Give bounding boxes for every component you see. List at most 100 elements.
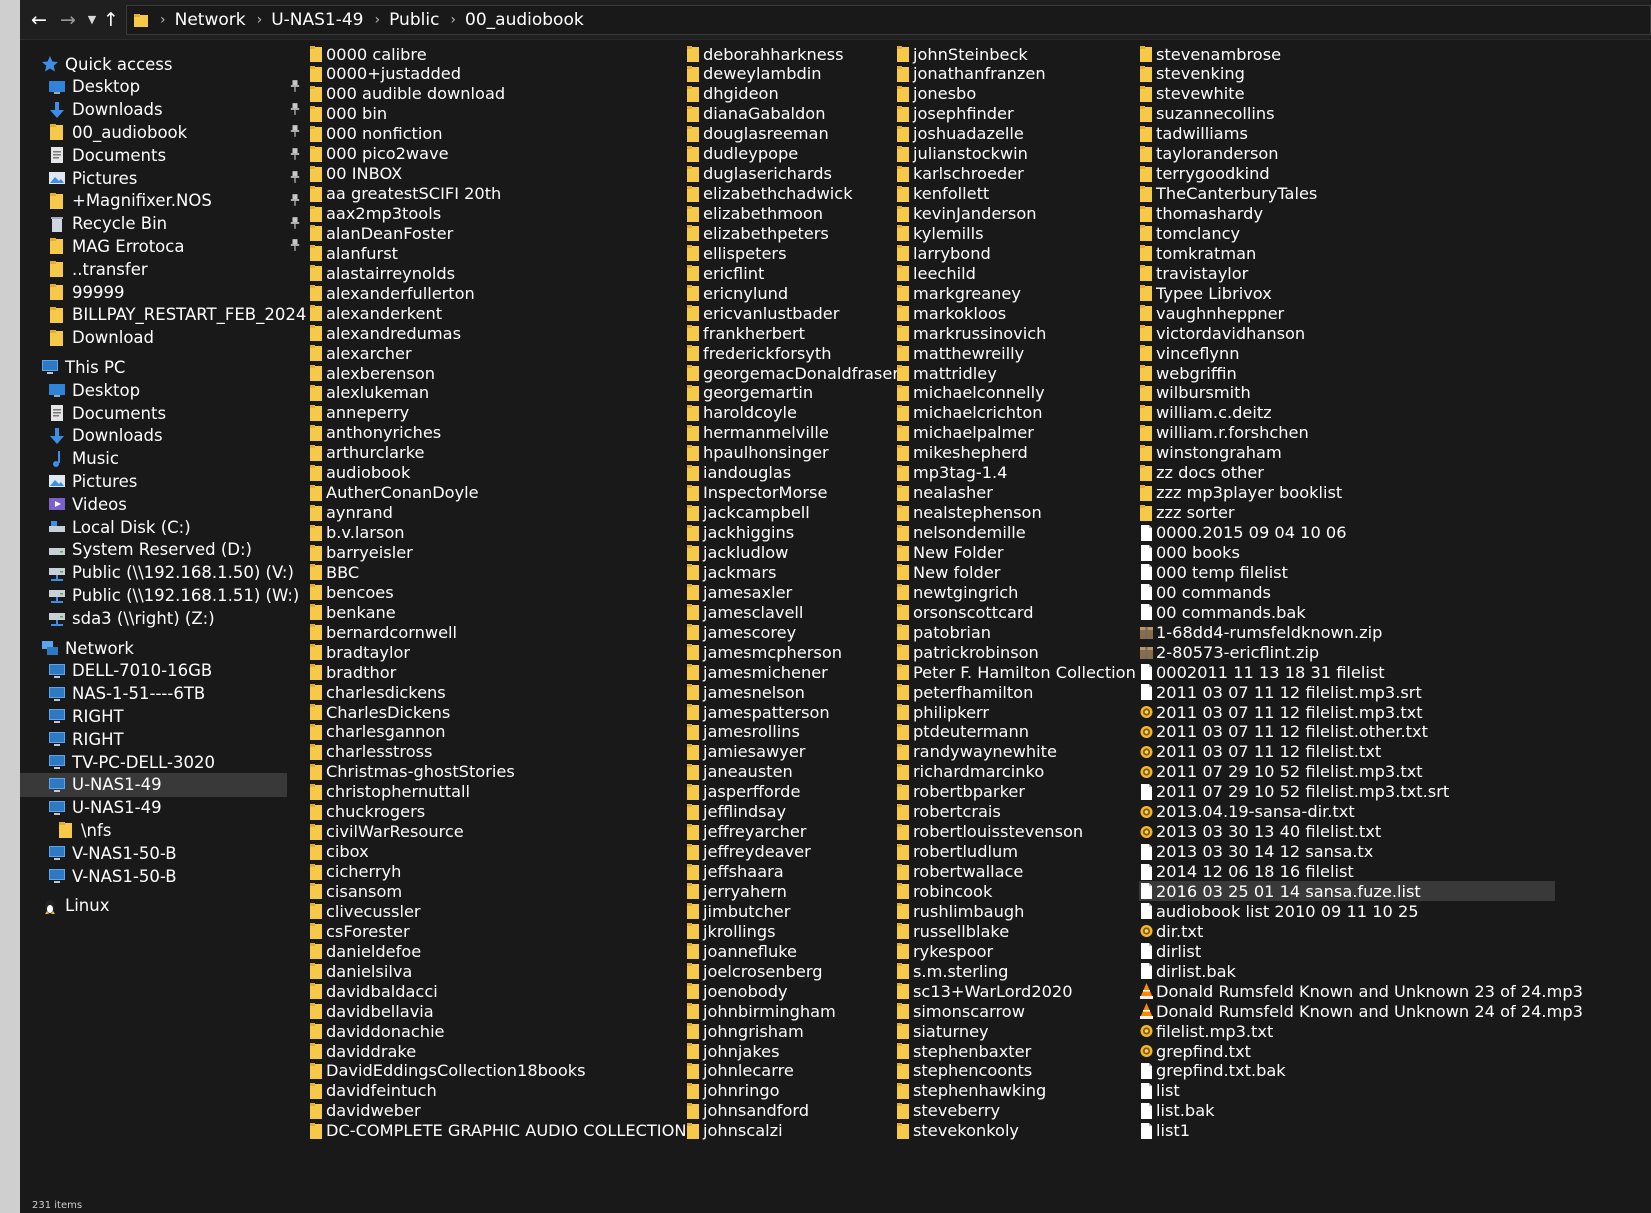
breadcrumb-item[interactable]: 00_audiobook bbox=[465, 10, 584, 30]
folder-item[interactable]: ericflint bbox=[686, 263, 894, 283]
folder-item[interactable]: 0000 calibre bbox=[309, 44, 684, 64]
folder-item[interactable]: tadwilliams bbox=[1139, 124, 1555, 144]
folder-item[interactable]: georgemacDonaldfraser bbox=[686, 363, 899, 383]
folder-item[interactable]: elizabethchadwick bbox=[686, 184, 894, 204]
folder-item[interactable]: johnsandford bbox=[686, 1101, 894, 1121]
file-item[interactable]: dirlist bbox=[1139, 941, 1555, 961]
folder-item[interactable]: mp3tag-1.4 bbox=[896, 463, 1134, 483]
folder-item[interactable]: tomkratman bbox=[1139, 243, 1555, 263]
folder-item[interactable]: michaelconnelly bbox=[896, 383, 1134, 403]
folder-item[interactable]: robertwallace bbox=[896, 862, 1134, 882]
folder-item[interactable]: s.m.sterling bbox=[896, 961, 1134, 981]
folder-item[interactable]: jackmars bbox=[686, 562, 894, 582]
folder-item[interactable]: deweylambdin bbox=[686, 64, 894, 84]
folder-item[interactable]: alexberenson bbox=[309, 363, 684, 383]
folder-item[interactable]: Peter F. Hamilton Collection bbox=[896, 662, 1136, 682]
file-item[interactable]: dir.txt bbox=[1139, 921, 1555, 941]
folder-item[interactable]: alanfurst bbox=[309, 243, 684, 263]
folder-item[interactable]: winstongraham bbox=[1139, 443, 1555, 463]
file-item[interactable]: dirlist.bak bbox=[1139, 961, 1555, 981]
folder-item[interactable]: aa greatestSCIFI 20th bbox=[309, 184, 684, 204]
sidebar-item[interactable]: Download bbox=[20, 326, 287, 350]
folder-item[interactable]: vinceflynn bbox=[1139, 343, 1555, 363]
folder-item[interactable]: markgreaney bbox=[896, 283, 1134, 303]
folder-item[interactable]: markokloos bbox=[896, 303, 1134, 323]
folder-item[interactable]: jerryahern bbox=[686, 881, 894, 901]
folder-item[interactable]: philipkerr bbox=[896, 702, 1134, 722]
folder-item[interactable]: robertludlum bbox=[896, 842, 1134, 862]
folder-item[interactable]: bradthor bbox=[309, 662, 684, 682]
folder-item[interactable]: sc13+WarLord2020 bbox=[896, 981, 1134, 1001]
file-item[interactable]: 2016 03 25 01 14 sansa.fuze.list bbox=[1139, 881, 1555, 902]
file-item[interactable]: 2011 03 07 11 12 filelist.mp3.txt bbox=[1139, 702, 1555, 722]
folder-item[interactable]: steveberry bbox=[896, 1101, 1134, 1121]
folder-item[interactable]: patrickrobinson bbox=[896, 642, 1134, 662]
folder-item[interactable]: nealstephenson bbox=[896, 503, 1134, 523]
folder-item[interactable]: danielsilva bbox=[309, 961, 684, 981]
folder-item[interactable]: julianstockwin bbox=[896, 144, 1134, 164]
folder-item[interactable]: newtgingrich bbox=[896, 582, 1134, 602]
folder-item[interactable]: 000 bin bbox=[309, 104, 684, 124]
folder-item[interactable]: michaelcrichton bbox=[896, 403, 1134, 423]
folder-item[interactable]: davidfeintuch bbox=[309, 1081, 684, 1101]
folder-item[interactable]: cicherryh bbox=[309, 862, 684, 882]
file-item[interactable]: 00 commands.bak bbox=[1139, 602, 1555, 622]
sidebar-item[interactable]: U-NAS1-49 bbox=[20, 772, 287, 797]
sidebar-item[interactable]: +Magnifixer.NOS bbox=[20, 189, 300, 213]
folder-item[interactable]: terrygoodkind bbox=[1139, 164, 1555, 184]
folder-item[interactable]: jamesmcpherson bbox=[686, 642, 894, 662]
folder-item[interactable]: jonesbo bbox=[896, 84, 1134, 104]
file-item[interactable]: list.bak bbox=[1139, 1101, 1555, 1121]
folder-item[interactable]: DC-COMPLETE GRAPHIC AUDIO COLLECTION bbox=[309, 1121, 686, 1141]
folder-item[interactable]: daviddonachie bbox=[309, 1021, 684, 1041]
sidebar-item[interactable]: NAS-1-51----6TB bbox=[20, 682, 287, 706]
folder-item[interactable]: dudleypope bbox=[686, 144, 894, 164]
folder-item[interactable]: georgemartin bbox=[686, 383, 894, 403]
folder-item[interactable]: larrybond bbox=[896, 243, 1134, 263]
folder-item[interactable]: joshuadazelle bbox=[896, 124, 1134, 144]
file-item[interactable]: 1-68dd4-rumsfeldknown.zip bbox=[1139, 622, 1555, 642]
folder-item[interactable]: wilbursmith bbox=[1139, 383, 1555, 403]
folder-item[interactable]: jamesaxler bbox=[686, 582, 894, 602]
sidebar-item[interactable]: 99999 bbox=[20, 280, 287, 304]
sidebar-item[interactable]: RIGHT bbox=[20, 727, 287, 751]
folder-item[interactable]: frederickforsyth bbox=[686, 343, 894, 363]
folder-item[interactable]: b.v.larson bbox=[309, 523, 684, 543]
folder-item[interactable]: markrussinovich bbox=[896, 323, 1134, 343]
folder-item[interactable]: alastairreynolds bbox=[309, 263, 684, 283]
file-item[interactable]: 000 books bbox=[1139, 543, 1555, 563]
sidebar-item[interactable]: Downloads bbox=[20, 424, 287, 448]
folder-item[interactable]: danieldefoe bbox=[309, 941, 684, 961]
folder-item[interactable]: simonscarrow bbox=[896, 1001, 1134, 1021]
forward-button[interactable]: → bbox=[56, 6, 80, 34]
folder-item[interactable]: hpaulhonsinger bbox=[686, 443, 894, 463]
folder-item[interactable]: iandouglas bbox=[686, 463, 894, 483]
folder-item[interactable]: alexandredumas bbox=[309, 323, 684, 343]
folder-item[interactable]: clivecussler bbox=[309, 901, 684, 921]
folder-item[interactable]: johngrisham bbox=[686, 1021, 894, 1041]
folder-item[interactable]: alanDeanFoster bbox=[309, 223, 684, 243]
sidebar-item[interactable]: This PC bbox=[20, 355, 287, 379]
folder-item[interactable]: 000 pico2wave bbox=[309, 144, 684, 164]
folder-item[interactable]: jimbutcher bbox=[686, 901, 894, 921]
up-button[interactable]: ↑ bbox=[99, 6, 123, 34]
file-item[interactable]: Donald Rumsfeld Known and Unknown 24 of … bbox=[1139, 1001, 1583, 1021]
folder-item[interactable]: jackhiggins bbox=[686, 523, 894, 543]
folder-item[interactable]: christophernuttall bbox=[309, 782, 684, 802]
folder-item[interactable]: bradtaylor bbox=[309, 642, 684, 662]
folder-item[interactable]: travistaylor bbox=[1139, 263, 1555, 283]
folder-item[interactable]: alexanderfullerton bbox=[309, 283, 684, 303]
sidebar-item[interactable]: Downloads bbox=[20, 98, 300, 122]
breadcrumb-item[interactable]: Network bbox=[175, 10, 246, 30]
folder-item[interactable]: Typee Librivox bbox=[1139, 283, 1555, 303]
folder-item[interactable]: thomashardy bbox=[1139, 204, 1555, 224]
folder-item[interactable]: jeffreydeaver bbox=[686, 842, 894, 862]
folder-item[interactable]: CharlesDickens bbox=[309, 702, 684, 722]
file-item[interactable]: 0002011 11 13 18 31 filelist bbox=[1139, 662, 1555, 682]
folder-item[interactable]: webgriffin bbox=[1139, 363, 1555, 383]
sidebar-item[interactable]: Pictures bbox=[20, 166, 300, 190]
sidebar-item[interactable]: Music bbox=[20, 447, 287, 471]
folder-item[interactable]: michaelpalmer bbox=[896, 423, 1134, 443]
folder-item[interactable]: joenobody bbox=[686, 981, 894, 1001]
folder-item[interactable]: joelcrosenberg bbox=[686, 961, 894, 981]
